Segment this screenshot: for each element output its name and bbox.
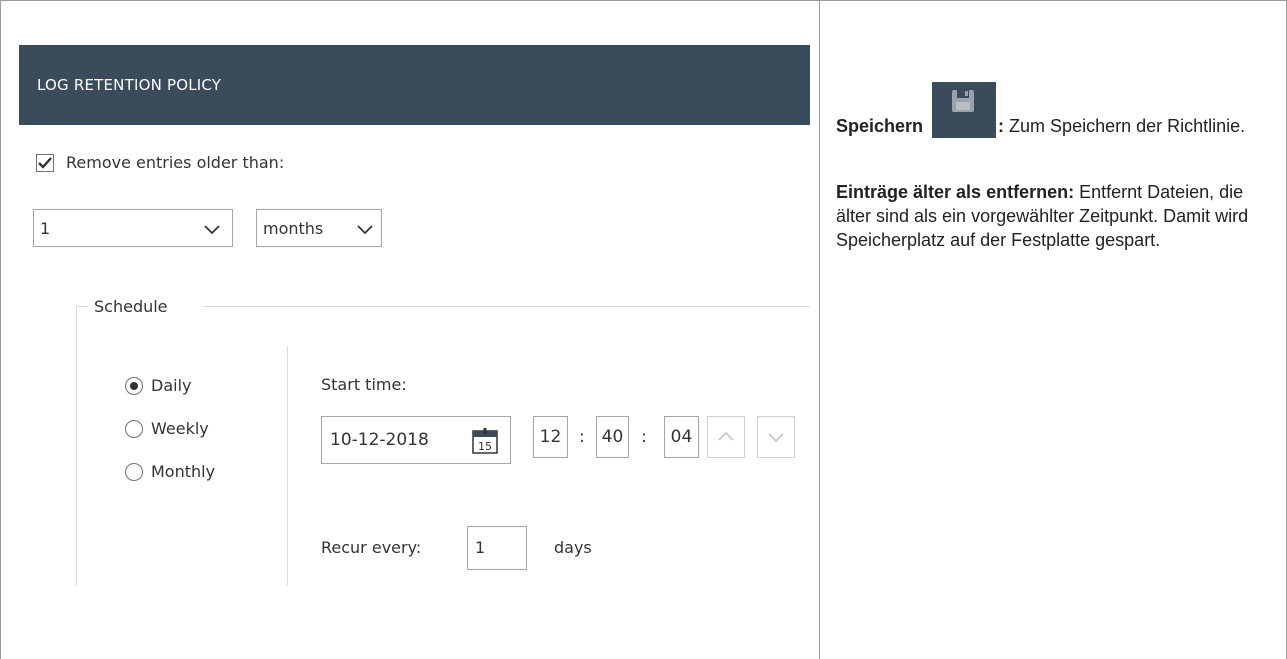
calendar-day-text: 15 [478, 440, 492, 453]
group-border [76, 306, 77, 586]
schedule-group-label: Schedule [94, 297, 168, 316]
group-border [203, 306, 810, 307]
schedule-divider [287, 346, 288, 586]
chevron-down-icon [768, 433, 784, 443]
save-text: Zum Speichern der Richtlinie. [1004, 116, 1246, 136]
radio-label: Monthly [151, 462, 216, 481]
second-field[interactable]: 04 [664, 416, 699, 458]
radio-button[interactable] [125, 419, 143, 438]
hour-field[interactable]: 12 [533, 416, 568, 458]
remove-term: Einträge älter als entfernen: [836, 182, 1075, 202]
floppy-disk-icon [932, 82, 997, 138]
start-date-text: 10-12-2018 [330, 430, 429, 450]
group-border [76, 306, 88, 307]
time-decrement-button[interactable] [757, 416, 795, 458]
log-retention-panel: LOG RETENTION POLICY Remove entries olde… [1, 1, 818, 659]
radio-daily[interactable]: Daily [125, 376, 191, 395]
recur-every-label: Recur every: [321, 538, 422, 557]
age-value-text: 1 [40, 218, 51, 238]
chevron-up-icon [718, 431, 734, 441]
start-time-label: Start time: [321, 375, 407, 394]
panel-title: LOG RETENTION POLICY [37, 76, 222, 94]
remove-description: Einträge älter als entfernen: Entfernt D… [836, 180, 1276, 252]
calendar-icon[interactable]: 15 [472, 428, 498, 454]
column-divider [819, 0, 820, 659]
time-separator: : [579, 427, 585, 447]
radio-weekly[interactable]: Weekly [125, 419, 209, 438]
time-increment-button[interactable] [707, 416, 745, 458]
chevron-down-icon [204, 225, 220, 235]
save-description: Speichern : Zum Speichern der Richtlinie… [836, 82, 1276, 138]
start-date-input[interactable]: 10-12-2018 15 [321, 416, 511, 464]
radio-label: Weekly [151, 419, 209, 438]
chevron-down-icon [357, 225, 373, 235]
age-unit-select[interactable]: months [256, 209, 382, 247]
panel-header: LOG RETENTION POLICY [19, 45, 810, 125]
radio-monthly[interactable]: Monthly [125, 462, 215, 481]
radio-button[interactable] [125, 376, 143, 395]
time-separator: : [641, 427, 647, 447]
recur-every-input[interactable]: 1 [467, 526, 527, 570]
radio-label: Daily [151, 376, 192, 395]
age-value-select[interactable]: 1 [33, 209, 233, 247]
remove-entries-label: Remove entries older than: [66, 153, 285, 172]
remove-entries-checkbox[interactable] [36, 153, 54, 172]
radio-button[interactable] [125, 462, 143, 481]
age-unit-text: months [263, 218, 324, 238]
checkmark-icon [38, 156, 52, 169]
save-term: Speichern [836, 116, 924, 136]
radio-selected-dot [130, 381, 138, 390]
recur-unit-label: days [554, 538, 592, 557]
minute-field[interactable]: 40 [596, 416, 629, 458]
remove-entries-row: Remove entries older than: [36, 153, 284, 172]
